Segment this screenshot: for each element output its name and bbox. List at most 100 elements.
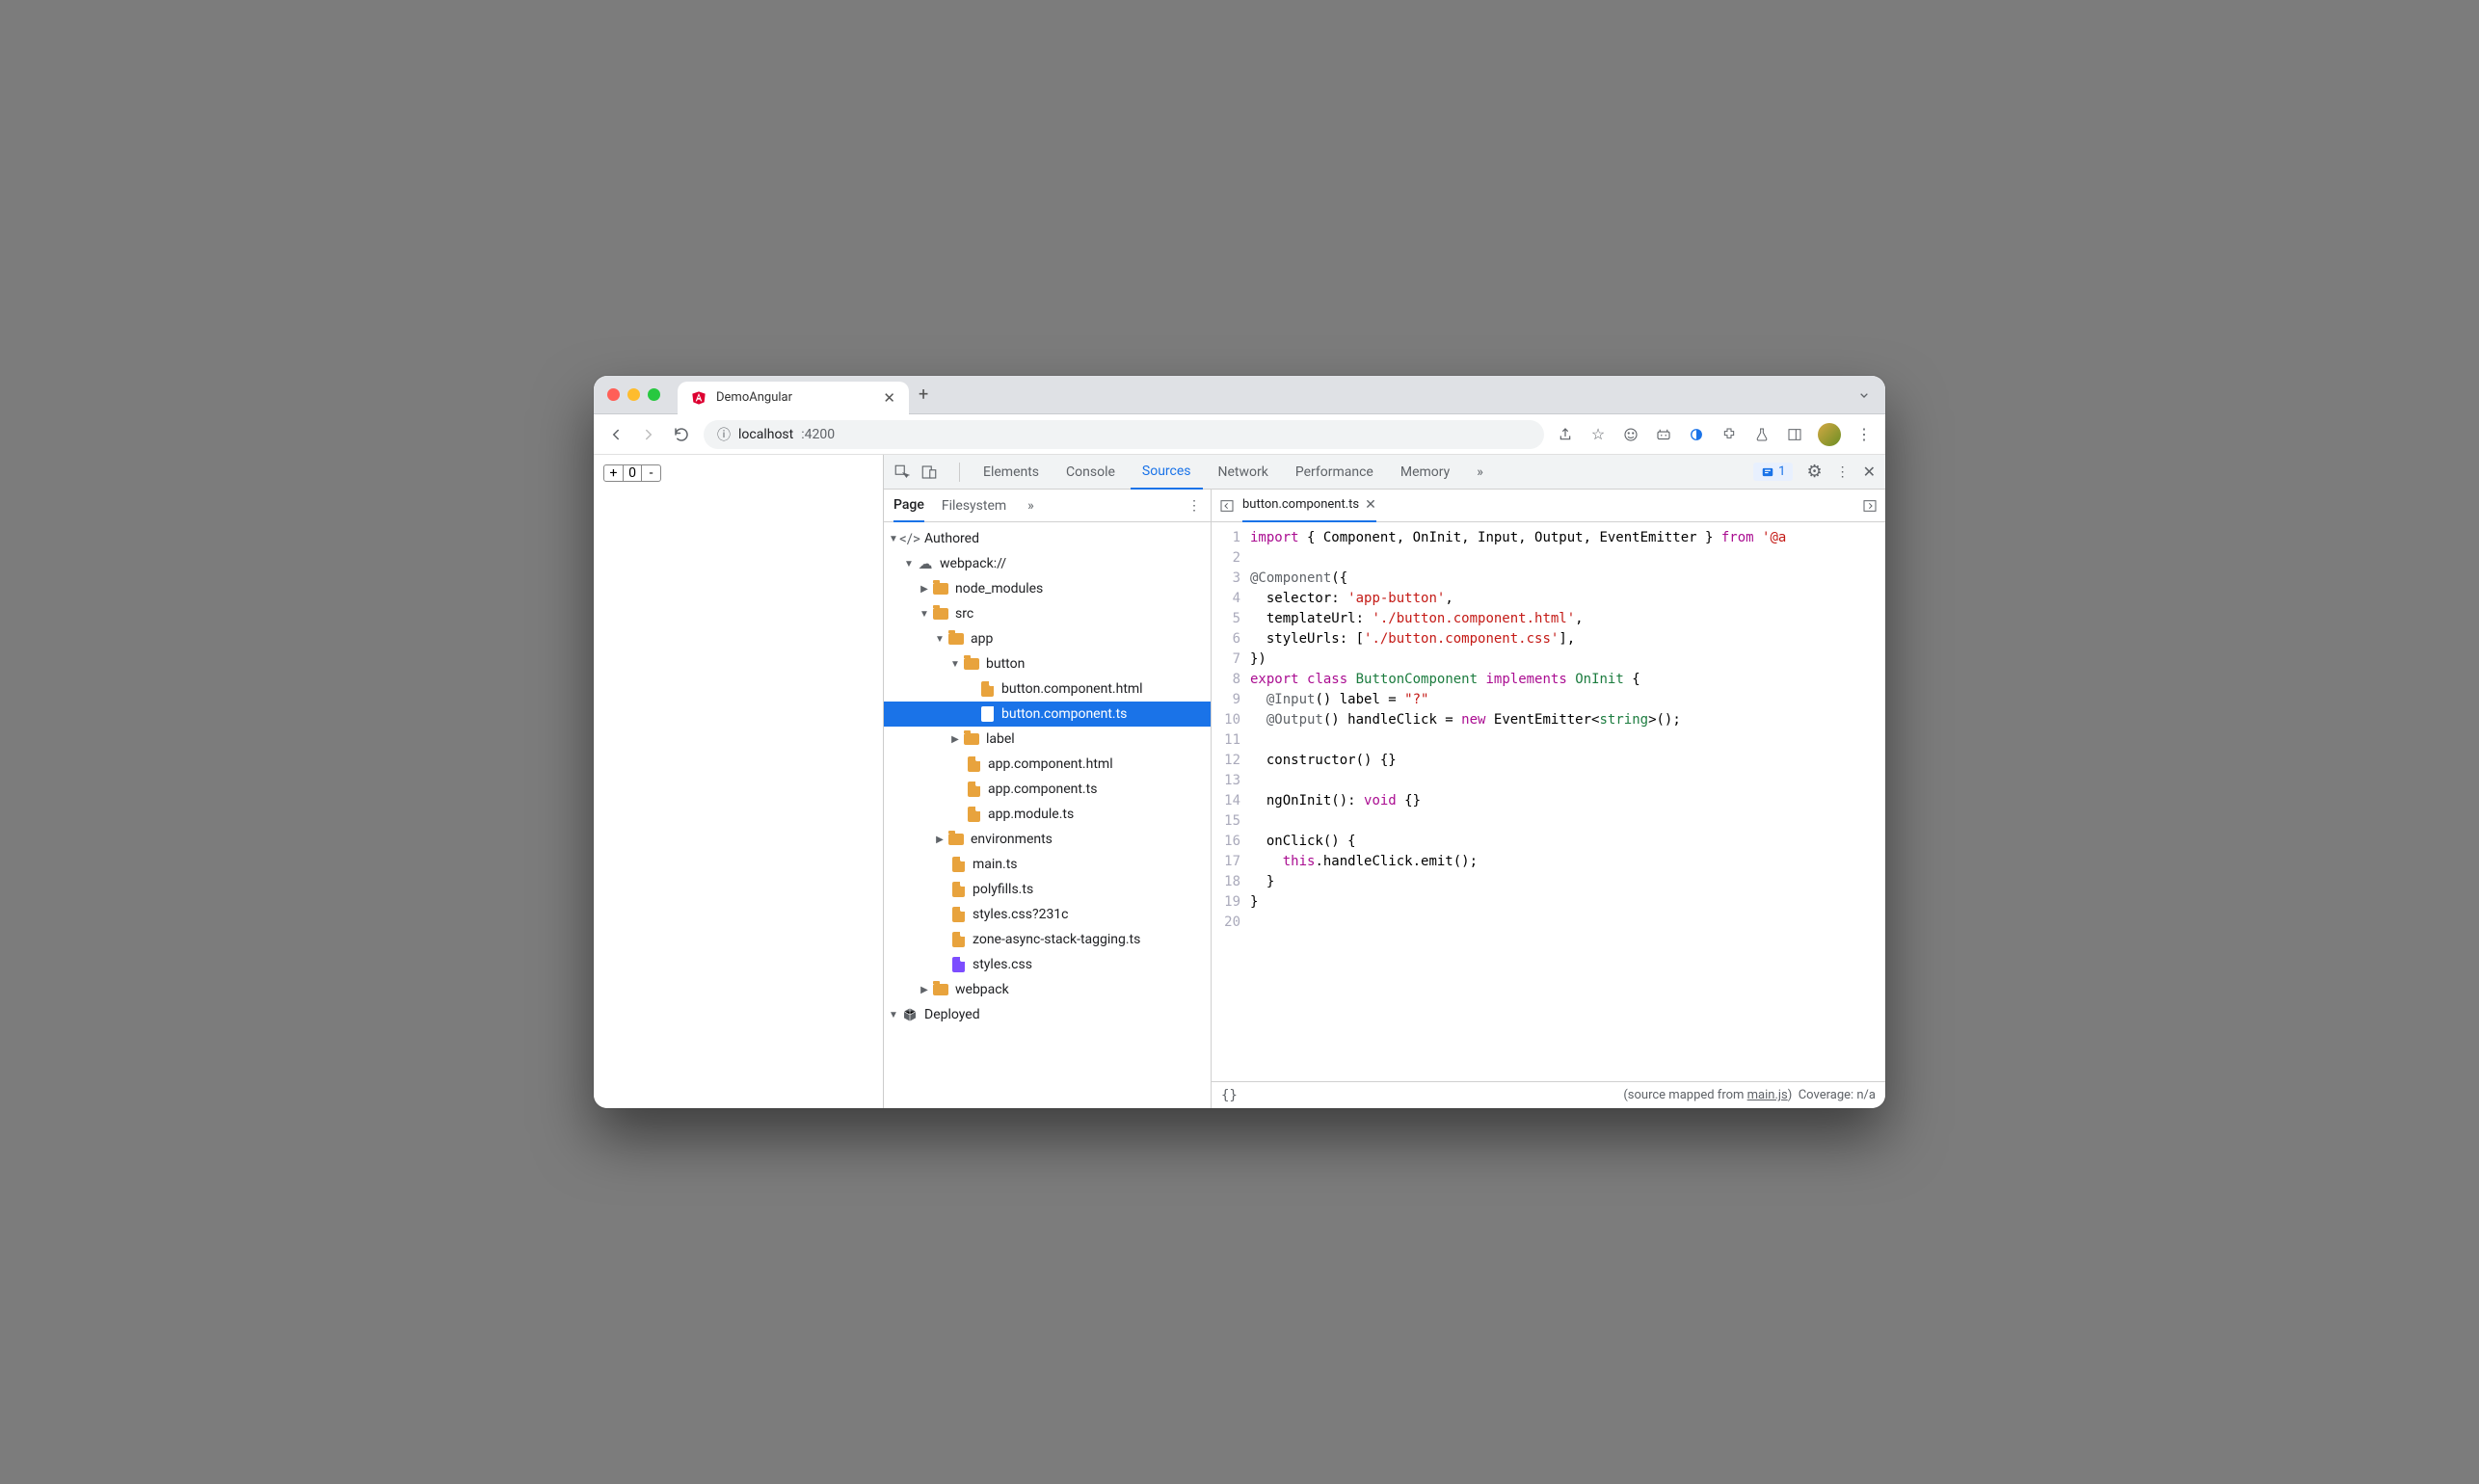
profile-avatar[interactable]	[1818, 423, 1841, 446]
side-panel-icon[interactable]	[1785, 425, 1804, 444]
tree-polyfills[interactable]: polyfills.ts	[884, 877, 1211, 902]
close-file-tab-icon[interactable]: ✕	[1365, 497, 1376, 513]
browser-titlebar: DemoAngular ✕ +	[594, 376, 1885, 414]
tree-styles-q[interactable]: styles.css?231c	[884, 902, 1211, 927]
tree-main-ts[interactable]: main.ts	[884, 852, 1211, 877]
tab-console[interactable]: Console	[1054, 455, 1127, 490]
folder-icon	[963, 655, 980, 673]
tree-app-module[interactable]: app.module.ts	[884, 802, 1211, 827]
extensions-button[interactable]	[1719, 425, 1739, 444]
counter-value: 0	[624, 465, 641, 481]
file-icon	[965, 806, 982, 823]
tree-zone[interactable]: zone-async-stack-tagging.ts	[884, 927, 1211, 952]
device-toolbar-icon[interactable]	[920, 464, 938, 481]
devtools-menu-icon[interactable]: ⋮	[1836, 464, 1850, 480]
extension-icon-2[interactable]	[1654, 425, 1673, 444]
tree-node-modules[interactable]: ▶node_modules	[884, 576, 1211, 601]
sources-panel: Page Filesystem » ⋮ ▼</>Authored ▼☁webpa…	[884, 490, 1885, 1108]
maximize-window-button[interactable]	[648, 388, 660, 401]
reload-button[interactable]	[671, 424, 692, 445]
browser-menu-button[interactable]: ⋮	[1854, 425, 1874, 444]
subtabs-overflow[interactable]: »	[1027, 498, 1034, 514]
page-viewport: + 0 -	[594, 455, 883, 1108]
folder-icon	[947, 630, 965, 648]
site-info-icon[interactable]: ⓘ	[717, 425, 731, 444]
tree-button-folder[interactable]: ▼button	[884, 651, 1211, 676]
tabs-overflow-button[interactable]	[1856, 387, 1872, 403]
tree-webpack-origin[interactable]: ▼☁webpack://	[884, 551, 1211, 576]
tree-src[interactable]: ▼src	[884, 601, 1211, 626]
counter-widget: + 0 -	[603, 464, 661, 482]
forward-button[interactable]	[638, 424, 659, 445]
tree-environments[interactable]: ▶environments	[884, 827, 1211, 852]
tree-button-ts[interactable]: button.component.ts	[884, 702, 1211, 727]
source-map-link[interactable]: main.js	[1747, 1088, 1788, 1102]
code-editor[interactable]: 1import { Component, OnInit, Input, Outp…	[1212, 522, 1885, 1081]
new-tab-button[interactable]: +	[919, 384, 928, 405]
subtab-page[interactable]: Page	[893, 490, 924, 522]
close-devtools-icon[interactable]: ✕	[1863, 463, 1876, 481]
tab-network[interactable]: Network	[1207, 455, 1280, 490]
file-icon	[965, 755, 982, 773]
subtab-filesystem[interactable]: Filesystem	[942, 498, 1006, 514]
navigator-menu[interactable]: ⋮	[1187, 498, 1201, 514]
window-controls	[607, 388, 660, 401]
url-port: :4200	[801, 427, 835, 442]
editor-tab[interactable]: button.component.ts ✕	[1242, 490, 1376, 522]
content-area: + 0 - Elements Console Sources Network P…	[594, 455, 1885, 1108]
share-icon[interactable]	[1556, 425, 1575, 444]
file-icon	[949, 956, 967, 973]
file-icon	[978, 680, 996, 698]
labs-icon[interactable]	[1752, 425, 1772, 444]
tree-app[interactable]: ▼app	[884, 626, 1211, 651]
extension-icon-3[interactable]	[1687, 425, 1706, 444]
tabs-overflow[interactable]: »	[1465, 455, 1495, 490]
file-icon	[949, 906, 967, 923]
tree-app-ts[interactable]: app.component.ts	[884, 777, 1211, 802]
folder-icon	[932, 605, 949, 623]
tree-authored[interactable]: ▼</>Authored	[884, 526, 1211, 551]
settings-icon[interactable]: ⚙	[1806, 462, 1822, 482]
file-icon	[949, 931, 967, 948]
folder-icon	[963, 730, 980, 748]
angular-icon	[691, 390, 706, 406]
file-icon	[965, 781, 982, 798]
browser-tab[interactable]: DemoAngular ✕	[678, 382, 909, 414]
issues-badge[interactable]: 1	[1753, 463, 1793, 481]
tab-performance[interactable]: Performance	[1284, 455, 1385, 490]
tree-button-html[interactable]: button.component.html	[884, 676, 1211, 702]
pretty-print-icon[interactable]: {}	[1221, 1088, 1238, 1103]
tab-sources[interactable]: Sources	[1131, 455, 1203, 490]
tree-app-html[interactable]: app.component.html	[884, 752, 1211, 777]
editor-statusbar: {} (source mapped from main.js) Coverage…	[1212, 1081, 1885, 1108]
devtools-panel: Elements Console Sources Network Perform…	[883, 455, 1885, 1108]
back-button[interactable]	[605, 424, 626, 445]
tab-memory[interactable]: Memory	[1389, 455, 1461, 490]
tree-label-folder[interactable]: ▶label	[884, 727, 1211, 752]
file-icon	[978, 705, 996, 723]
sources-navigator: Page Filesystem » ⋮ ▼</>Authored ▼☁webpa…	[884, 490, 1212, 1108]
extension-icon-1[interactable]	[1621, 425, 1640, 444]
inspect-element-icon[interactable]	[893, 464, 911, 481]
decrement-button[interactable]: -	[641, 465, 660, 481]
cloud-icon: ☁	[917, 555, 934, 572]
file-icon	[949, 856, 967, 873]
tree-styles-css[interactable]: styles.css	[884, 952, 1211, 977]
bookmark-icon[interactable]: ☆	[1588, 425, 1608, 444]
tree-deployed[interactable]: ▼Deployed	[884, 1002, 1211, 1027]
browser-tab-title: DemoAngular	[716, 390, 792, 405]
toggle-debugger-icon[interactable]	[1862, 498, 1878, 514]
address-bar[interactable]: ⓘ localhost:4200	[704, 420, 1544, 449]
status-text: (source mapped from main.js) Coverage: n…	[1623, 1088, 1876, 1102]
folder-icon	[947, 831, 965, 848]
minimize-window-button[interactable]	[627, 388, 640, 401]
tree-webpack-folder[interactable]: ▶webpack	[884, 977, 1211, 1002]
tab-elements[interactable]: Elements	[972, 455, 1051, 490]
coverage-text: Coverage: n/a	[1799, 1088, 1876, 1102]
increment-button[interactable]: +	[604, 465, 624, 481]
devtools-tabbar: Elements Console Sources Network Perform…	[884, 455, 1885, 490]
close-tab-button[interactable]: ✕	[883, 389, 895, 407]
toggle-navigator-icon[interactable]	[1219, 498, 1235, 514]
close-window-button[interactable]	[607, 388, 620, 401]
file-icon	[949, 881, 967, 898]
